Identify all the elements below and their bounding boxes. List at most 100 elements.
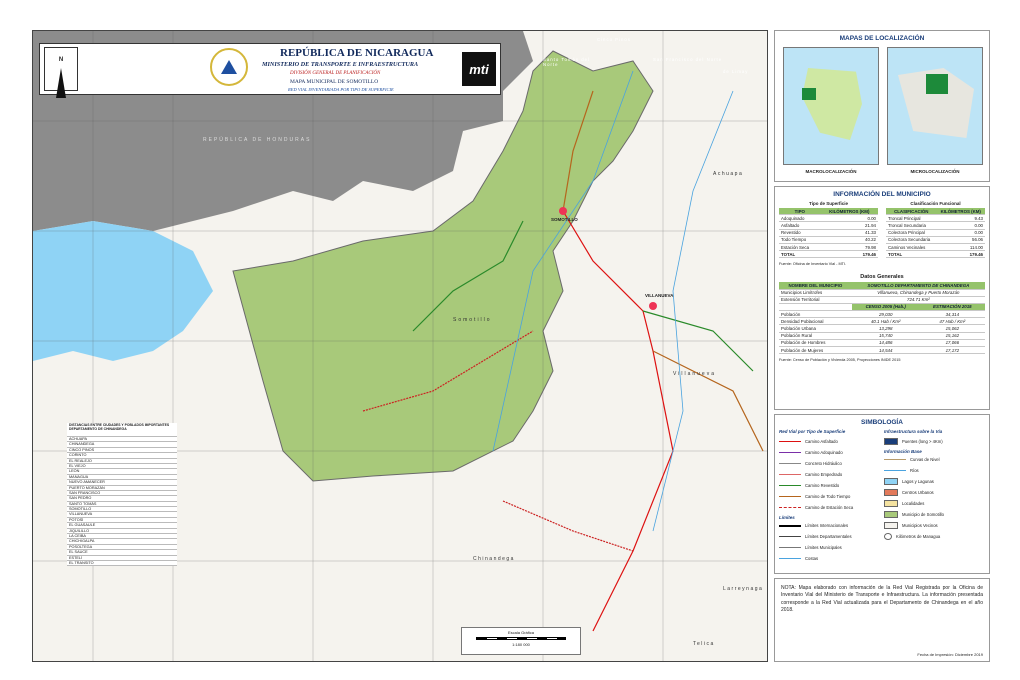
seal-icon [210, 48, 248, 86]
label-achuapa: Achuapa [713, 171, 744, 177]
datos-title: Datos Generales [860, 274, 904, 281]
somotillo-town-marker [559, 207, 567, 215]
table-header: NOMBRE DEL MUNICIPIO [779, 282, 852, 290]
table-header: CLASIFICACIÓN [886, 208, 937, 216]
info-title: INFORMACIÓN DEL MUNICIPIO [833, 191, 931, 198]
label-santo-tomas: Santo Tomás del Norte [543, 57, 590, 67]
table-header: CENSO 2005 (Hab.) [851, 303, 920, 312]
micro-caption: MICROLOCALIZACIÓN [910, 169, 960, 174]
map-header: N REPÚBLICA DE NICARAGUA MINISTERIO DE T… [39, 43, 501, 98]
legend-item: Costas [779, 553, 880, 564]
table-row: Asfaltado 21.94 [779, 221, 878, 230]
legend-item: Curvas de Nivel [884, 454, 985, 465]
label-larreynaga: Larreynaga [723, 586, 764, 592]
macro-map[interactable] [783, 47, 879, 165]
red-vial-title: Red Vial por Tipo de Superficie [779, 429, 846, 434]
legend-item: Municipios Vecinos [884, 520, 985, 531]
table-header: SOMOTILLO DEPARTAMENTO DE CHINANDEGA [851, 282, 985, 290]
label-villanueva-town: VILLANUEVA [645, 293, 674, 298]
distance-table-title: DISTANCIAS ENTRE CIUDADES Y POBLADOS IMP… [67, 423, 177, 437]
scale-title: Escala Gráfica [507, 630, 534, 635]
table-row: Troncal Principal 9.43 [886, 214, 985, 223]
table-row: Caminos Vecinales 114.00 [886, 243, 985, 252]
legend-item: Lagos y Lagunas [884, 476, 985, 487]
label-villanueva-muni: Villanueva [673, 371, 716, 377]
legend-item: Camino Empedrado [779, 469, 880, 480]
table-row: Todo Tiempo 40.22 [779, 236, 878, 244]
label-san-francisco: San Francisco del Norte [653, 57, 723, 62]
table-row: Población 29,030 34,314 [779, 310, 985, 319]
fuente-censo: Fuente: Censo de Población y Vivienda 20… [779, 358, 901, 363]
legend-item: Centros Urbanos [884, 487, 985, 498]
scale-bar: Escala Gráfica 1:180 000 [461, 627, 581, 655]
table-row: Adoquinado 0.00 [779, 214, 878, 223]
header-division: DIVISIÓN GENERAL DE PLANIFICACIÓN [290, 71, 381, 76]
north-label: N [58, 57, 64, 63]
distance-table: DISTANCIAS ENTRE CIUDADES Y POBLADOS IMP… [67, 423, 177, 567]
table-row: Densidad Poblacional 40.1 Hab / Km² 47 Hab… [779, 317, 985, 326]
label-limay: de Limay [723, 69, 749, 74]
label-telica: Telica [693, 641, 715, 647]
table-header: ESTIMACIÓN 2015 [919, 303, 985, 312]
print-date: Fecha de Impresión: Diciembre 2019 [917, 652, 983, 657]
clas-title: Clasificación Funcional [910, 201, 961, 206]
legend-item: Camino Adoquinado [779, 447, 880, 458]
villanueva-town-marker [649, 302, 657, 310]
legend-item: Kilómetros de Managua [884, 531, 985, 542]
legend-item: Concreto Hidráulico [779, 458, 880, 469]
map-sheet: N REPÚBLICA DE NICARAGUA MINISTERIO DE T… [32, 30, 768, 662]
table-total: TOTAL 179.46 [886, 250, 985, 259]
header-map-name: MAPA MUNICIPAL DE SOMOTILLO [290, 79, 379, 85]
note-text: NOTA: Mapa elaborado con información de … [781, 585, 983, 613]
legend-item: Ríos [884, 465, 985, 476]
micro-map[interactable] [887, 47, 983, 165]
label-somotillo-town: SOMOTILLO [551, 217, 578, 222]
label-cinco-pinos: Cinco Pinos [597, 37, 631, 42]
localization-title: MAPAS DE LOCALIZACIÓN [839, 35, 925, 42]
legend-item: Camino Revestido [779, 480, 880, 491]
legend-item: Municipio de Somotillo [884, 509, 985, 520]
datos-table: NOMBRE DEL MUNICIPIO SOMOTILLO DEPARTAMEN… [779, 282, 985, 355]
label-chinandega: Chinandega [473, 556, 515, 562]
legend-item: Camino de Todo Tiempo [779, 491, 880, 502]
legend-item: Límites Internacionales [779, 520, 880, 531]
scale-ratio: 1:180 000 [512, 642, 530, 647]
municipal-map[interactable] [33, 31, 768, 662]
tipo-table: TIPO KILÓMETROS (KM) Adoquinado 0.00 Asfal… [779, 208, 878, 259]
table-row: Troncal Secundaria 0.00 [886, 221, 985, 230]
table-row: Estación Seca 79.98 [779, 243, 878, 252]
legend-item: Camino de Estación Seca [779, 502, 880, 513]
legend-item: Localidades [884, 498, 985, 509]
table-row: Extensión Territorial 724.71 Km² [779, 296, 985, 304]
header-title: REPÚBLICA DE NICARAGUA [280, 47, 434, 59]
legend-title: SIMBOLOGÍA [861, 419, 903, 426]
legend-item: Camino Asfaltado [779, 436, 880, 447]
note-panel: NOTA: Mapa elaborado con información de … [774, 578, 990, 662]
macro-caption: MACROLOCALIZACIÓN [805, 169, 857, 174]
table-row: Municipios Limítrofes Villanueva, Chinand… [779, 289, 985, 297]
legend-item: Puentes (long > 4Km) [884, 436, 985, 447]
label-somotillo-muni: Somotillo [453, 317, 492, 323]
fuente-inventario: Fuente: Oficina de Inventario Vial - MTI… [779, 262, 847, 267]
label-honduras: REPÚBLICA DE HONDURAS [203, 137, 312, 143]
header-ministry: MINISTERIO DE TRANSPORTE E INFRAESTRUCTU… [262, 61, 419, 68]
legend-item: Límites Municipales [779, 542, 880, 553]
legend-panel: SIMBOLOGÍA Red Vial por Tipo de Superfic… [774, 414, 990, 574]
table-row: Población de Hombres 14,486 17,066 [779, 339, 985, 348]
mti-logo: mti [462, 52, 496, 86]
table-header: TIPO [779, 208, 821, 216]
table-header: KILÓMETROS (KM) [820, 208, 878, 216]
table-row: Población Rural 15,740 15,162 [779, 332, 985, 340]
tipo-title: Tipo de Superficie [809, 201, 848, 206]
north-arrow: N [44, 47, 78, 98]
table-total: TOTAL 179.46 [779, 250, 878, 259]
table-header: KILÓMETROS (KM) [936, 208, 985, 216]
localization-panel: MAPAS DE LOCALIZACIÓN MACROLOCALIZACIÓN … [774, 30, 990, 182]
table-row: Población de Mujeres 14,544 17,172 [779, 346, 985, 355]
distance-row: EL TRANSITO [67, 560, 177, 567]
info-panel: INFORMACIÓN DEL MUNICIPIO Tipo de Superf… [774, 186, 990, 410]
clas-table: CLASIFICACIÓN KILÓMETROS (KM) Troncal Pri… [886, 208, 985, 259]
header-subtitle: RED VIAL INVENTARIADA POR TIPO DE SUPERF… [288, 87, 394, 92]
legend-item: Límites Departamentales [779, 531, 880, 542]
north-arrow-icon [56, 68, 66, 98]
